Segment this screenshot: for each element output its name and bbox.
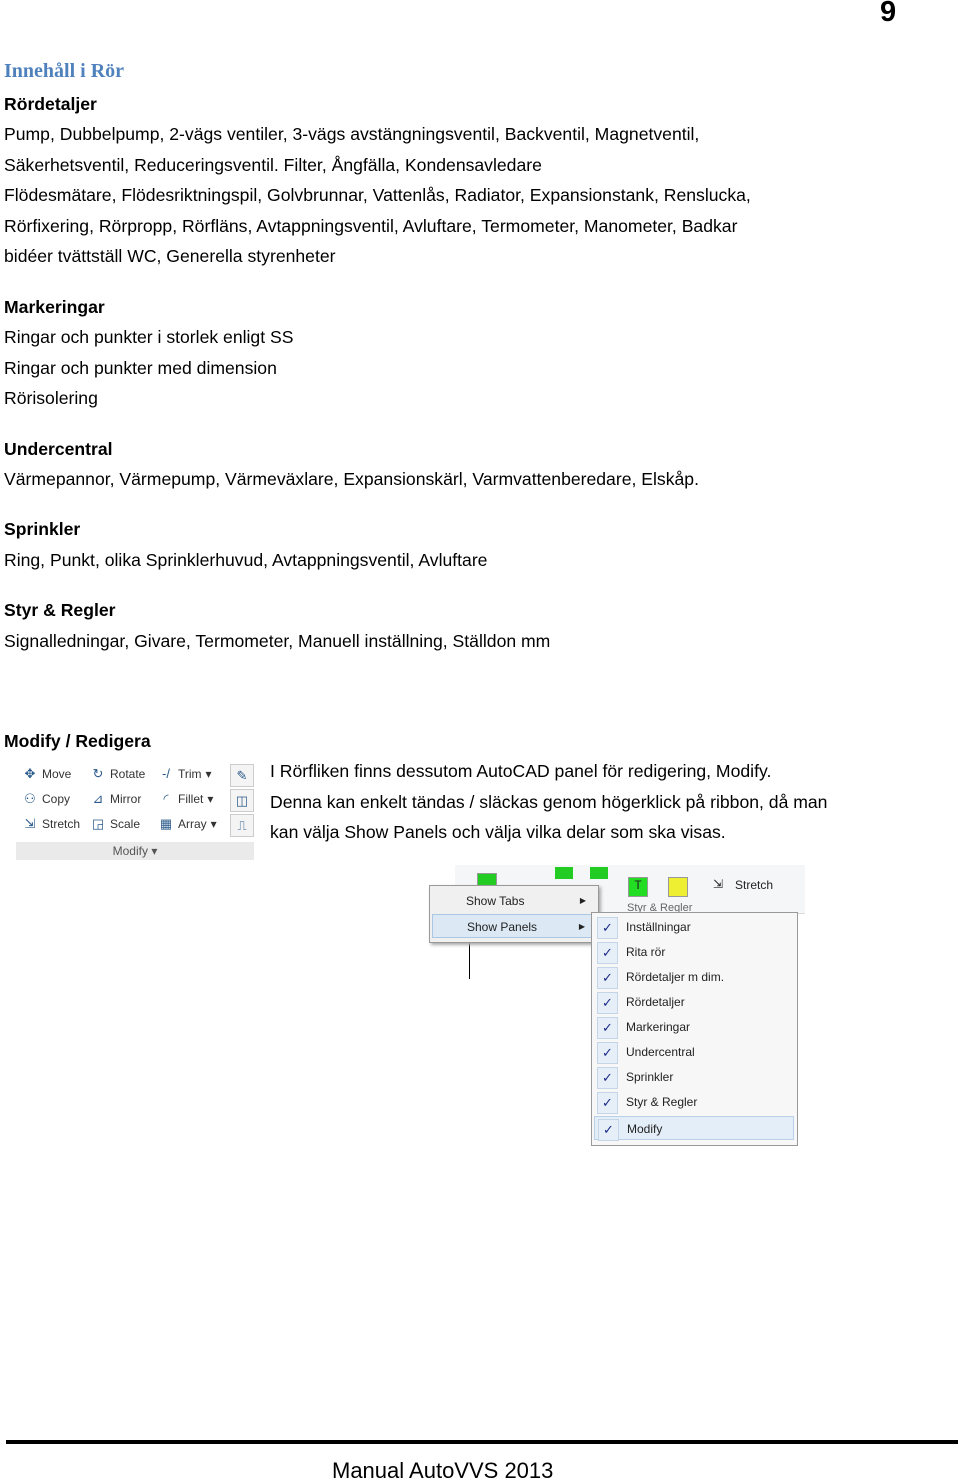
tool-label: Stretch bbox=[42, 817, 81, 831]
text-line: Signalledningar, Givare, Termometer, Man… bbox=[4, 631, 551, 651]
heading-markeringar: Markeringar bbox=[4, 297, 105, 317]
text-line: kan välja Show Panels och välja vilka de… bbox=[270, 822, 726, 843]
panel-item[interactable]: ✓ Rördetaljer bbox=[594, 990, 794, 1014]
panel-label: Inställningar bbox=[626, 920, 691, 934]
panel-label: Rita rör bbox=[626, 945, 666, 959]
ribbon-tool-icon bbox=[668, 877, 688, 897]
tool-label: Move bbox=[42, 767, 72, 781]
heading-rordetaljer: Rördetaljer bbox=[4, 94, 97, 114]
panel-label: Modify bbox=[627, 1122, 663, 1136]
panel-footer-label: Modify bbox=[112, 844, 148, 858]
modify-panel-image: ✥ Move ↻ Rotate -/Trim ▾ ⚇ Copy ⊿ Mirror ◜ Fi… bbox=[16, 760, 254, 860]
footer-text: Manual AutoVVS 2013 bbox=[332, 1458, 554, 1483]
text-line: Rörisolering bbox=[4, 388, 98, 408]
text-line: Denna kan enkelt tändas / släckas genom … bbox=[270, 791, 828, 812]
check-icon: ✓ bbox=[598, 1119, 619, 1141]
submenu-arrow-icon: ▶ bbox=[578, 922, 585, 931]
panel-item[interactable]: ✓ Rita rör bbox=[594, 940, 794, 964]
panel-label: Markeringar bbox=[626, 1020, 691, 1034]
3d-icon: ◫ bbox=[230, 789, 254, 812]
check-icon: ✓ bbox=[597, 942, 618, 964]
check-icon: ✓ bbox=[597, 1092, 618, 1114]
page-number: 9 bbox=[880, 0, 897, 28]
panel-label: Styr & Regler bbox=[626, 1095, 698, 1109]
text-line: Ring, Punkt, olika Sprinklerhuvud, Avtap… bbox=[4, 550, 488, 570]
section-title: Innehåll i Rör bbox=[4, 60, 125, 82]
panel-item[interactable]: ✓ Markeringar bbox=[594, 1015, 794, 1039]
document-page: 9 Innehåll i Rör Rördetaljer Pump, Dubbe… bbox=[0, 0, 960, 1483]
check-icon: ✓ bbox=[597, 1067, 618, 1089]
check-icon: ✓ bbox=[597, 1042, 618, 1064]
text-line: I Rörfliken finns dessutom AutoCAD panel… bbox=[270, 761, 772, 781]
array-icon: ▦ bbox=[159, 816, 173, 831]
panels-submenu: ✓ Inställningar ✓ Rita rör ✓ Rördetaljer m … bbox=[591, 912, 798, 1146]
check-icon: ✓ bbox=[597, 992, 618, 1014]
tool-label: Rotate bbox=[110, 767, 146, 781]
ribbon-tool-icon: T bbox=[628, 877, 648, 897]
text-line: Pump, Dubbelpump, 2-vägs ventiler, 3-väg… bbox=[4, 124, 700, 144]
tool-label: Copy bbox=[42, 792, 71, 806]
ribbon-tool-icon bbox=[590, 867, 608, 879]
text-line: Rörfixering, Rörpropp, Rörfläns, Avtappn… bbox=[4, 216, 738, 236]
heading-sprinkler: Sprinkler bbox=[4, 519, 81, 539]
text-line: Säkerhetsventil, Reduceringsventil. Filt… bbox=[4, 155, 542, 175]
text-line: Värmepannor, Värmepump, Värmeväxlare, Ex… bbox=[4, 469, 699, 489]
panel-item[interactable]: ✓ Styr & Regler bbox=[594, 1090, 794, 1114]
heading-styr-regler: Styr & Regler bbox=[4, 600, 116, 620]
panel-item[interactable]: ✓ Rördetaljer m dim. bbox=[594, 965, 794, 989]
menu-item-label: Show Tabs bbox=[466, 894, 525, 908]
tool-label: Mirror bbox=[110, 792, 142, 806]
trim-icon: -/ bbox=[162, 766, 170, 781]
heading-undercentral: Undercentral bbox=[4, 439, 113, 459]
text-line: Ringar och punkter i storlek enligt SS bbox=[4, 327, 294, 347]
panel-item[interactable]: ✓ Sprinkler bbox=[594, 1065, 794, 1089]
text-line: Flödesmätare, Flödesriktningspil, Golvbr… bbox=[4, 185, 751, 205]
tool-label: Fillet bbox=[178, 792, 204, 806]
menu-item-show-panels[interactable]: Show Panels ▶ bbox=[432, 914, 596, 938]
brush-icon: ✎ bbox=[230, 764, 254, 787]
stretch-icon: ⇲ bbox=[24, 816, 36, 831]
cursor-line bbox=[469, 941, 470, 979]
scale-icon: ◲ bbox=[91, 816, 105, 831]
submenu-arrow-icon: ▶ bbox=[579, 896, 586, 905]
menu-item-label: Show Panels bbox=[467, 920, 538, 934]
footer-divider bbox=[6, 1440, 958, 1444]
panel-item[interactable]: ✓ Inställningar bbox=[594, 915, 794, 939]
stretch-icon: ⇲ bbox=[713, 877, 724, 891]
tool-label: Scale bbox=[110, 817, 141, 831]
panel-label: Sprinkler bbox=[626, 1070, 674, 1084]
heading-modify: Modify / Redigera bbox=[4, 731, 151, 751]
text-line: Ringar och punkter med dimension bbox=[4, 358, 277, 378]
menu-item-show-tabs[interactable]: Show Tabs ▶ bbox=[432, 889, 596, 913]
fillet-icon: ◜ bbox=[163, 791, 169, 806]
panel-label: Rördetaljer bbox=[626, 995, 685, 1009]
context-menu-screenshot: T ⇲ Stretch Styr & Regler Show Tabs ▶ Sho… bbox=[415, 865, 805, 1150]
panel-item[interactable]: ✓ Modify bbox=[594, 1116, 794, 1141]
tool-label: Trim bbox=[178, 767, 202, 781]
check-icon: ✓ bbox=[597, 917, 618, 939]
ribbon-stretch-label: Stretch bbox=[735, 878, 774, 892]
check-icon: ✓ bbox=[597, 967, 618, 989]
text-line: bidéer tvättställ WC, Generella styrenhe… bbox=[4, 246, 336, 266]
panel-item[interactable]: ✓ Undercentral bbox=[594, 1040, 794, 1064]
copy-icon: ⚇ bbox=[24, 791, 36, 806]
mirror-icon: ⊿ bbox=[92, 791, 104, 806]
move-icon: ✥ bbox=[24, 766, 36, 781]
ribbon-tool-icon bbox=[555, 867, 573, 879]
stamp-icon: ⎍ bbox=[230, 814, 254, 837]
context-menu: Show Tabs ▶ Show Panels ▶ bbox=[429, 885, 599, 943]
check-icon: ✓ bbox=[597, 1017, 618, 1039]
modify-panel-footer: Modify ▾ bbox=[16, 842, 254, 860]
tool-label: Array bbox=[178, 817, 207, 831]
panel-label: Rördetaljer m dim. bbox=[626, 970, 725, 984]
modify-description: I Rörfliken finns dessutom AutoCAD panel… bbox=[270, 756, 827, 848]
panel-label: Undercentral bbox=[626, 1045, 695, 1059]
rotate-icon: ↻ bbox=[92, 766, 104, 781]
